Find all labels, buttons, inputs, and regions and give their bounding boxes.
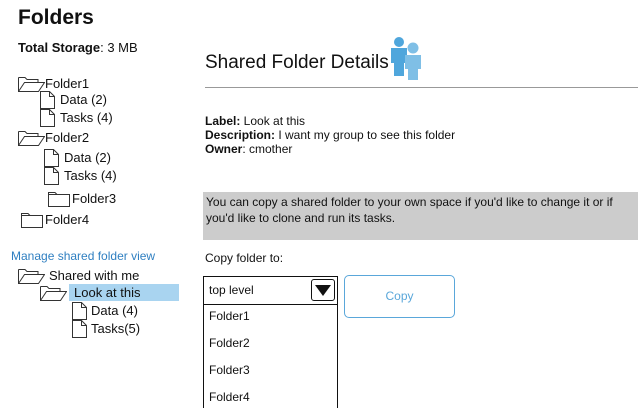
storage-label: Total Storage [18,40,101,55]
tree-folder4[interactable]: Folder4 [21,211,121,229]
tree-item-label: Data (4) [91,303,138,318]
tree-folder3-label: Folder3 [72,191,117,206]
tree-folder1-data[interactable]: Data (2) [40,91,140,109]
owner-key: Owner [205,142,243,156]
file-icon [44,149,59,167]
label-key: Label: [205,114,241,128]
tree-folder3[interactable]: Folder3 [48,190,148,208]
open-folder-icon [40,286,67,301]
file-icon [44,167,59,185]
detail-label-row: Label: Look at this [205,114,455,128]
copy-button[interactable]: Copy [344,275,455,318]
dropdown-selected-value: top level [209,283,254,297]
tree-folder2-label: Folder2 [45,130,90,145]
divider [205,87,638,88]
tree-folder2[interactable]: Folder2 [18,129,138,147]
dropdown-selected[interactable]: top level [204,277,337,305]
tree-shared-with-me[interactable]: Shared with me [18,267,158,285]
dropdown-option[interactable]: Folder2 [209,336,250,350]
tree-look-at-this-label: Look at this [74,285,141,300]
detail-description-row: Description: I want my group to see this… [205,128,455,142]
detail-owner-row: Owner: cmother [205,142,455,156]
folders-heading: Folders [18,6,94,29]
dropdown-arrow-icon[interactable] [311,279,335,301]
folder-icon [21,213,43,228]
tree-folder1-tasks[interactable]: Tasks (4) [40,109,140,127]
panel-title: Shared Folder Details [205,52,389,73]
manage-shared-folder-link[interactable]: Manage shared folder view [11,249,155,263]
file-icon [40,91,55,109]
tree-shared-data[interactable]: Data (4) [72,302,172,320]
total-storage: Total Storage: 3 MB [18,40,138,55]
people-icon [386,36,426,85]
description-value: I want my group to see this folder [275,128,456,142]
description-key: Description: [205,128,276,142]
open-folder-icon [18,131,45,146]
file-icon [72,320,87,338]
tree-item-label: Tasks(5) [91,321,141,336]
dropdown-option[interactable]: Folder3 [209,363,250,377]
dropdown-option[interactable]: Folder1 [209,309,250,323]
tree-folder2-data[interactable]: Data (2) [44,149,144,167]
tree-look-at-this[interactable]: Look at this [40,284,180,302]
tree-item-label: Tasks (4) [64,168,117,183]
dropdown-option[interactable]: Folder4 [209,390,250,404]
owner-value: : cmother [242,142,293,156]
open-folder-icon [18,269,45,284]
tree-folder4-label: Folder4 [45,212,90,227]
tree-item-label: Data (2) [60,92,107,107]
file-icon [40,109,55,127]
folder-details: Label: Look at this Description: I want … [205,114,455,156]
folder-icon [48,192,70,207]
storage-value: : 3 MB [100,40,138,55]
copy-destination-dropdown[interactable]: top level Folder1 Folder2 Folder3 Folder… [203,276,338,408]
tree-item-label: Tasks (4) [60,110,113,125]
tree-item-label: Data (2) [64,150,111,165]
label-value: Look at this [240,114,306,128]
tree-folder2-tasks[interactable]: Tasks (4) [44,167,144,185]
copy-notice: You can copy a shared folder to your own… [203,192,638,240]
tree-shared-tasks[interactable]: Tasks(5) [72,320,172,338]
copy-folder-label: Copy folder to: [205,251,284,265]
tree-shared-label: Shared with me [49,268,140,283]
file-icon [72,302,87,320]
